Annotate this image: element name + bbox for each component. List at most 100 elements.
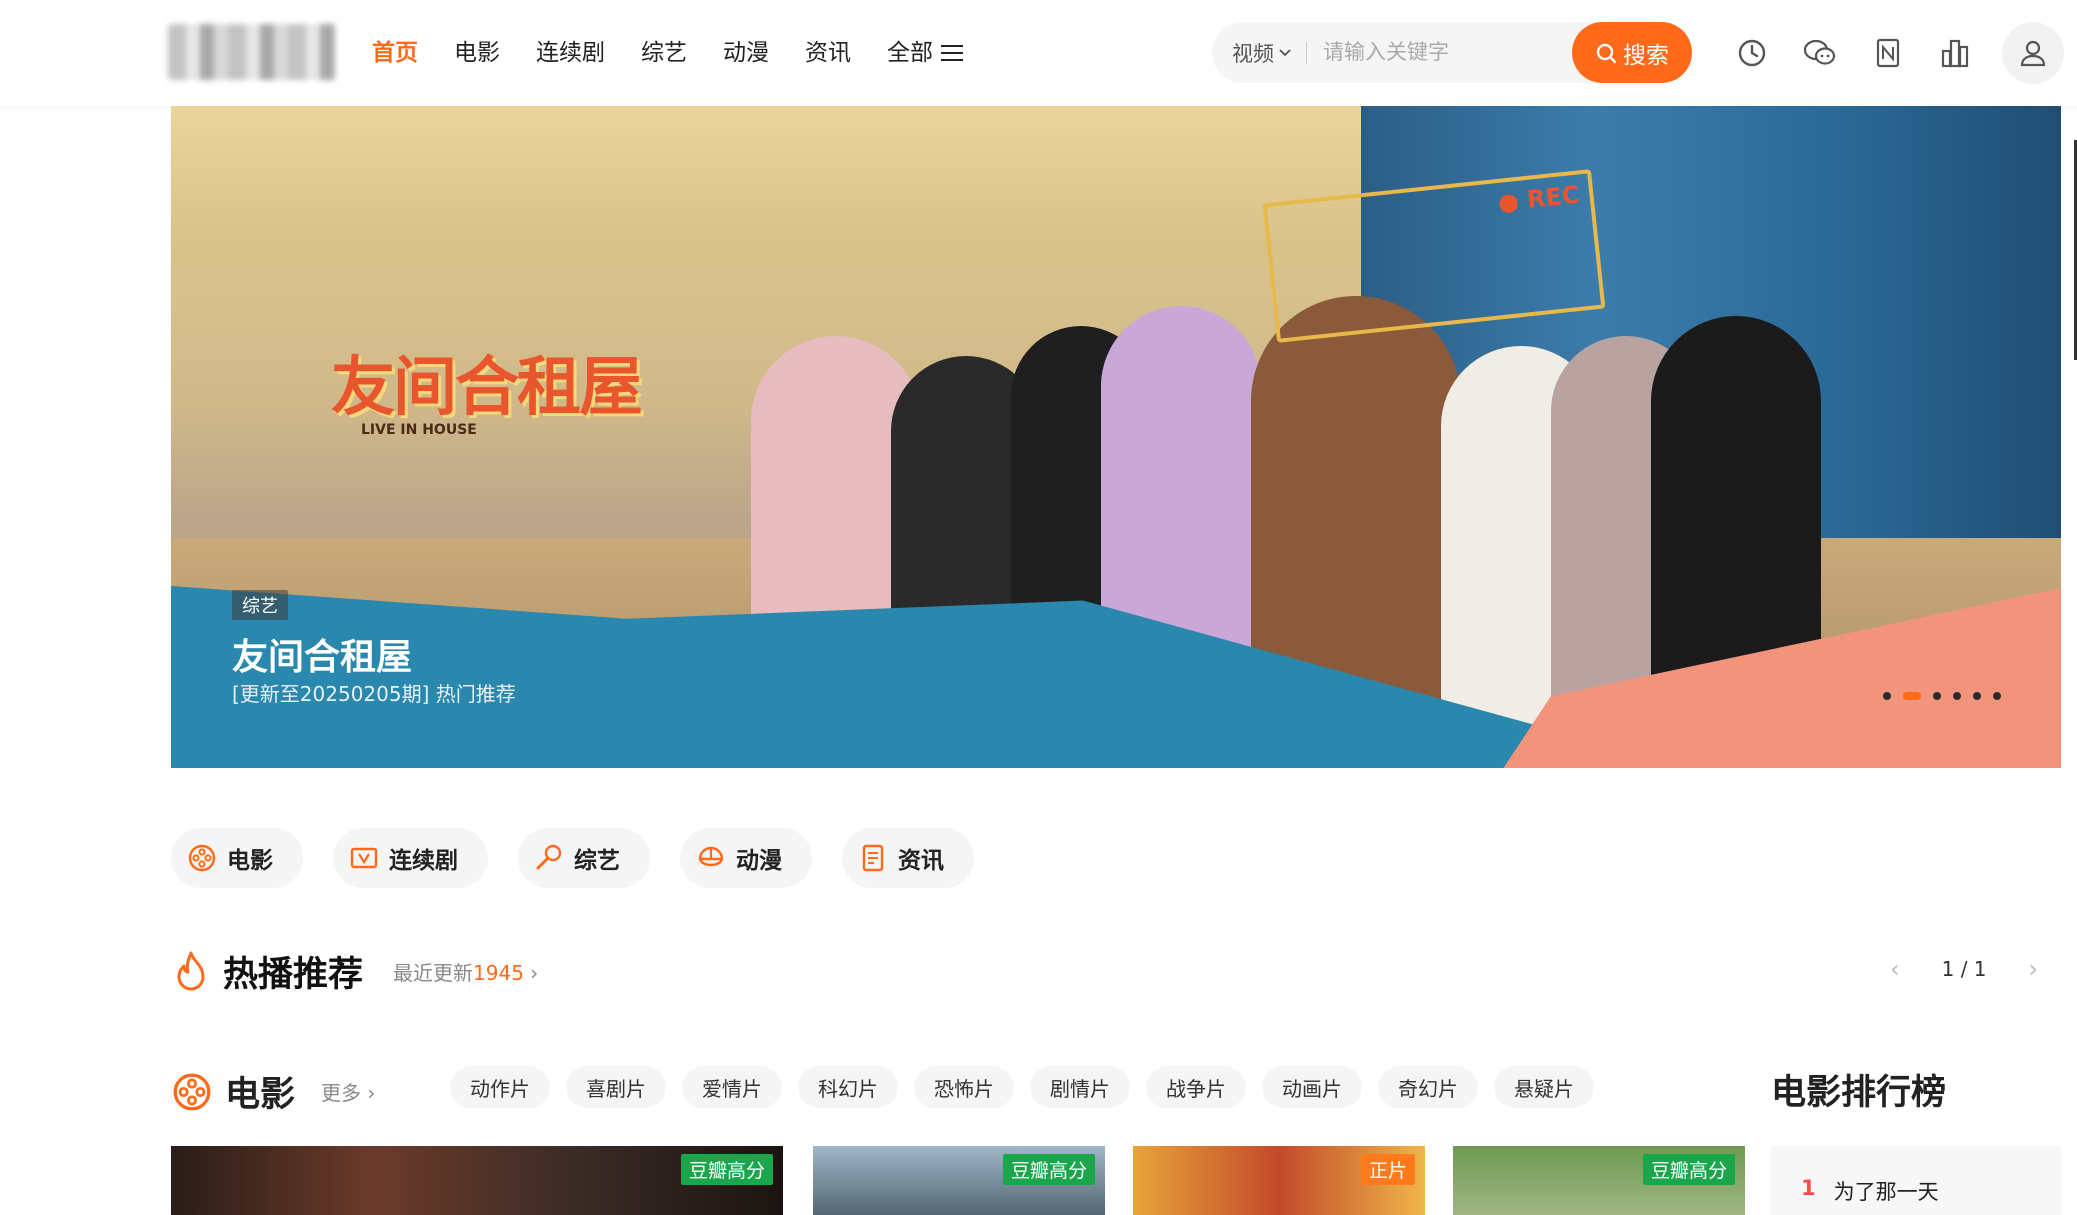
- recent-update-prefix: 最近更新: [393, 961, 474, 985]
- poster-badge: 豆瓣高分: [680, 1154, 773, 1185]
- movie-more-label: 更多: [321, 1081, 362, 1105]
- category-news[interactable]: 资讯: [842, 828, 974, 888]
- wechat-button[interactable]: [1801, 34, 1839, 72]
- genre-tag[interactable]: 喜剧片: [566, 1066, 666, 1108]
- genre-tag[interactable]: 悬疑片: [1494, 1066, 1594, 1108]
- poster-badge: 豆瓣高分: [1642, 1154, 1735, 1185]
- show-logo: 友间合租屋 LIVE IN HOUSE: [331, 336, 651, 446]
- ranking-icon: [1941, 39, 1969, 68]
- search-bar: 视频 搜索: [1212, 22, 1692, 83]
- genre-tag[interactable]: 动作片: [450, 1066, 550, 1108]
- carousel-dot[interactable]: [1883, 692, 1891, 700]
- category-label: 动漫: [736, 848, 782, 874]
- poster-badge: 豆瓣高分: [1002, 1154, 1095, 1185]
- film-reel-icon: [188, 844, 216, 872]
- nav-news[interactable]: 资讯: [805, 32, 851, 74]
- microphone-icon: [536, 844, 562, 870]
- genre-tag[interactable]: 剧情片: [1030, 1066, 1130, 1108]
- bookmark-button[interactable]: [1869, 34, 1907, 72]
- carousel-dot[interactable]: [1993, 692, 2001, 700]
- nav-home[interactable]: 首页: [372, 32, 418, 74]
- nav-anime[interactable]: 动漫: [723, 32, 769, 74]
- movie-poster[interactable]: 豆瓣高分: [813, 1146, 1105, 1215]
- movie-poster[interactable]: 正片: [1133, 1146, 1425, 1215]
- movie-more-link[interactable]: 更多 ›: [321, 1077, 375, 1106]
- search-input[interactable]: [1307, 40, 1557, 65]
- history-button[interactable]: [1733, 34, 1771, 72]
- genre-tag[interactable]: 战争片: [1146, 1066, 1246, 1108]
- film-reel-icon: [173, 1073, 211, 1110]
- ranking-item[interactable]: 1 为了那一天: [1801, 1176, 1939, 1206]
- nav-all-label: 全部: [887, 40, 933, 66]
- movie-poster[interactable]: 豆瓣高分: [1453, 1146, 1745, 1215]
- recent-update-count: 1945: [473, 961, 524, 985]
- flame-icon: [177, 951, 205, 990]
- nav-variety[interactable]: 综艺: [641, 32, 687, 74]
- banner-subtitle: [更新至20250205期] 热门推荐: [232, 682, 516, 706]
- search-icon: [1596, 43, 1617, 63]
- movie-poster[interactable]: 豆瓣高分: [171, 1146, 783, 1215]
- carousel-dot[interactable]: [1973, 692, 1981, 700]
- genre-tag[interactable]: 科幻片: [798, 1066, 898, 1108]
- category-bar: 电影 连续剧 综艺 动漫 资讯: [171, 828, 974, 888]
- category-movies[interactable]: 电影: [171, 828, 303, 888]
- movie-ranking-list: 1 为了那一天: [1771, 1146, 2061, 1215]
- site-logo[interactable]: [168, 24, 336, 80]
- hero-banner[interactable]: 友间合租屋 LIVE IN HOUSE ● REC 综艺 友间合租屋 [更新至2…: [171, 106, 2061, 768]
- user-icon: [2020, 40, 2046, 67]
- wechat-icon: [1803, 39, 1836, 65]
- news-icon: [862, 844, 884, 872]
- category-anime[interactable]: 动漫: [680, 828, 812, 888]
- genre-tag[interactable]: 恐怖片: [914, 1066, 1014, 1108]
- hot-pager: ‹ 1 / 1 ›: [1890, 955, 2038, 983]
- hot-title: 热播推荐: [223, 955, 364, 995]
- nav-series[interactable]: 连续剧: [536, 32, 605, 74]
- movie-section-title: 电影: [225, 1075, 296, 1115]
- user-avatar-button[interactable]: [2002, 22, 2064, 84]
- carousel-dots: [1883, 692, 2001, 700]
- ranking-button[interactable]: [1936, 34, 1974, 72]
- recent-update-link[interactable]: 最近更新1945 ›: [393, 957, 538, 986]
- category-label: 资讯: [898, 848, 944, 874]
- poster-badge: 正片: [1360, 1154, 1415, 1185]
- genre-tag[interactable]: 奇幻片: [1378, 1066, 1478, 1108]
- category-variety[interactable]: 综艺: [518, 828, 650, 888]
- chevron-down-icon: [1279, 48, 1291, 56]
- menu-icon: [941, 45, 963, 61]
- search-button-label: 搜索: [1623, 41, 1669, 68]
- category-label: 综艺: [574, 848, 620, 874]
- ranking-number: 1: [1801, 1176, 1816, 1200]
- chevron-right-icon: ›: [530, 961, 539, 985]
- ranking-title: 为了那一天: [1833, 1180, 1939, 1204]
- prev-page-button[interactable]: ‹: [1890, 955, 1900, 983]
- nav-movies[interactable]: 电影: [454, 32, 500, 74]
- next-page-button[interactable]: ›: [2029, 955, 2039, 983]
- carousel-dot-active[interactable]: [1903, 692, 1921, 700]
- genre-filter-bar: 动作片 喜剧片 爱情片 科幻片 恐怖片 剧情片 战争片 动画片 奇幻片 悬疑片: [450, 1066, 1594, 1108]
- carousel-dot[interactable]: [1933, 692, 1941, 700]
- nav-all[interactable]: 全部: [887, 32, 963, 74]
- banner-title[interactable]: 友间合租屋: [232, 628, 412, 680]
- show-logo-text: 友间合租屋: [331, 351, 643, 425]
- hot-section-header: 热播推荐 最近更新1945 ›: [171, 946, 538, 997]
- main-nav: 首页 电影 连续剧 综艺 动漫 资讯 全部: [372, 32, 999, 74]
- category-label: 连续剧: [389, 848, 458, 874]
- page-indicator: 1 / 1: [1941, 957, 1987, 981]
- rec-label: ● REC: [1496, 180, 1581, 217]
- search-button[interactable]: 搜索: [1572, 22, 1692, 83]
- genre-tag[interactable]: 爱情片: [682, 1066, 782, 1108]
- anime-icon: [698, 846, 724, 867]
- search-category-label: 视频: [1232, 41, 1274, 66]
- bookmark-icon: [1876, 38, 1900, 68]
- carousel-dot[interactable]: [1953, 692, 1961, 700]
- tv-icon: [350, 847, 378, 869]
- history-icon: [1738, 39, 1766, 67]
- genre-tag[interactable]: 动画片: [1262, 1066, 1362, 1108]
- movie-ranking-title: 电影排行榜: [1771, 1073, 1947, 1113]
- movie-section-header: 电影 更多 ›: [171, 1066, 375, 1117]
- search-category-select[interactable]: 视频: [1212, 38, 1306, 68]
- banner-tag: 综艺: [232, 590, 288, 620]
- category-label: 电影: [227, 848, 273, 874]
- top-header: 首页 电影 连续剧 综艺 动漫 资讯 全部 视频 搜索: [0, 0, 2077, 106]
- category-series[interactable]: 连续剧: [333, 828, 488, 888]
